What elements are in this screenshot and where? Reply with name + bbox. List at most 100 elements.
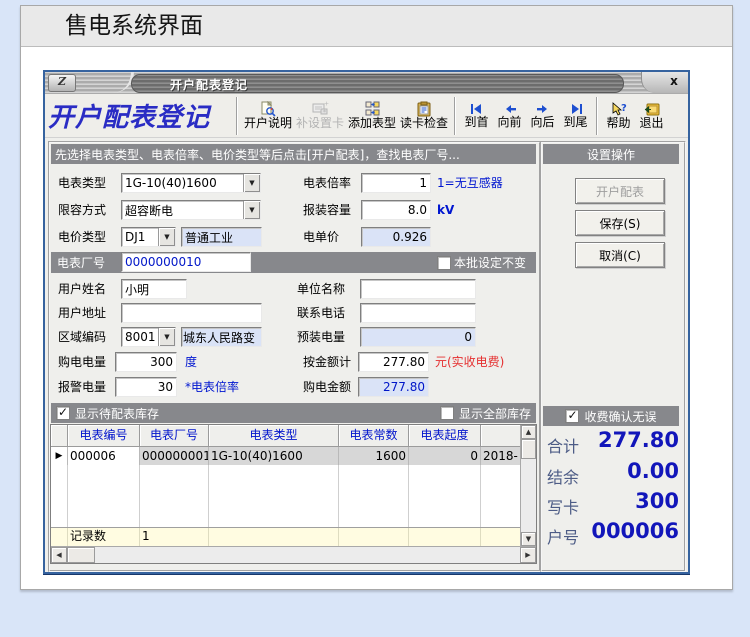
- dialog-titlebar[interactable]: Z 开户配表登记 x: [45, 72, 688, 95]
- toolbar-separator: [596, 97, 598, 135]
- horizontal-scroll-thumb[interactable]: [67, 547, 95, 563]
- ratio-note: 1=无互感器: [437, 173, 503, 193]
- meter-type-select[interactable]: 1G-10(40)1600 ▼: [121, 173, 261, 193]
- prev-icon: [501, 102, 519, 116]
- record-count-value: 1: [140, 528, 209, 546]
- total-row: 合计 277.80: [545, 428, 681, 456]
- account-help-button[interactable]: 开户说明: [242, 95, 294, 137]
- save-button[interactable]: 保存(S): [575, 210, 665, 236]
- keep-batch-checkbox[interactable]: [437, 256, 451, 270]
- alarm-kwh-input[interactable]: [115, 377, 177, 397]
- setup-card-icon: * +: [311, 101, 329, 117]
- dialog-window: Z 开户配表登记 x 开户配表登记: [43, 70, 690, 574]
- panel-title: 设置操作: [543, 144, 679, 164]
- svg-text:*: *: [323, 109, 326, 116]
- scroll-down-icon[interactable]: ▼: [521, 532, 536, 546]
- preload-label: 预装电量: [297, 327, 345, 347]
- price-type-label: 电价类型: [58, 227, 106, 247]
- svg-text:+: +: [324, 101, 329, 108]
- user-name-input[interactable]: [121, 279, 187, 299]
- ratio-input[interactable]: [361, 173, 431, 193]
- confirm-checkbox[interactable]: [565, 409, 579, 423]
- preload-field: [360, 327, 476, 347]
- hint-bar: 先选择电表类型、电表倍率、电价类型等后点击[开户配表]，查找电表厂号...: [51, 144, 536, 164]
- alarm-kwh-note: *电表倍率: [185, 377, 239, 397]
- chevron-down-icon[interactable]: ▼: [243, 174, 260, 192]
- chevron-down-icon[interactable]: ▼: [158, 328, 175, 346]
- horizontal-scrollbar[interactable]: ◀ ▶: [51, 546, 536, 563]
- address-input[interactable]: [121, 303, 262, 323]
- read-card-check-button[interactable]: 读卡检查: [398, 95, 450, 137]
- close-button[interactable]: x: [665, 74, 683, 90]
- last-icon: [567, 102, 585, 116]
- write-card-row: 写卡 300: [545, 489, 681, 517]
- titlebar-curve: [103, 72, 134, 93]
- exit-button[interactable]: 退出: [635, 95, 668, 137]
- open-meter-button: 开户配表: [575, 178, 665, 204]
- scroll-up-icon[interactable]: ▲: [521, 425, 536, 439]
- ratio-label: 电表倍率: [303, 173, 351, 193]
- unit-price-label: 电单价: [303, 227, 339, 247]
- grid-footer-row: 记录数 1: [51, 527, 520, 546]
- go-previous-button[interactable]: 向前: [493, 95, 526, 137]
- grid-data-row[interactable]: ▶ 000006 0000000010 1G-10(40)1600 1600 0…: [51, 447, 520, 465]
- factory-no-label: 电表厂号: [51, 254, 105, 271]
- buy-amount-field: [358, 377, 429, 397]
- vertical-scrollbar[interactable]: ▲ ▼: [520, 425, 536, 546]
- dialog-title: 开户配表登记: [170, 76, 248, 93]
- by-amount-note: 元(实收电费): [435, 352, 504, 372]
- buy-amount-label: 购电金额: [303, 377, 351, 397]
- help-button[interactable]: ? 帮助: [602, 95, 635, 137]
- dialog-heading: 开户配表登记: [48, 97, 232, 134]
- setup-card-button: * + 补设置卡: [294, 95, 346, 137]
- show-pending-checkbox[interactable]: [56, 406, 70, 420]
- doc-search-icon: [259, 101, 277, 117]
- org-name-input[interactable]: [360, 279, 476, 299]
- record-count-label: 记录数: [68, 528, 140, 546]
- org-name-label: 单位名称: [297, 279, 345, 299]
- app-header: 售电系统界面: [21, 6, 732, 47]
- buy-kwh-unit: 度: [185, 352, 197, 372]
- add-meter-type-button[interactable]: 添加表型: [346, 95, 398, 137]
- alarm-kwh-label: 报警电量: [58, 377, 106, 397]
- col-header: 电表厂号: [140, 425, 209, 447]
- region-desc: [181, 327, 262, 347]
- confirm-label: 收费确认无误: [584, 408, 656, 425]
- capacity-unit: kV: [437, 200, 454, 220]
- scroll-right-icon[interactable]: ▶: [520, 547, 536, 563]
- by-amount-label: 按金额计: [303, 352, 351, 372]
- region-select[interactable]: 8001 ▼: [121, 327, 176, 347]
- grid-header-row: 电表编号 电表厂号 电表类型 电表常数 电表起度: [51, 425, 520, 447]
- buy-kwh-label: 购电电量: [58, 352, 106, 372]
- chevron-down-icon[interactable]: ▼: [158, 228, 175, 246]
- chevron-down-icon[interactable]: ▼: [243, 201, 260, 219]
- window-logo-icon: Z: [48, 74, 76, 92]
- price-type-select[interactable]: DJ1 ▼: [121, 227, 176, 247]
- add-meter-icon: [363, 101, 381, 117]
- go-first-button[interactable]: 到首: [460, 95, 493, 137]
- read-card-icon: [415, 101, 433, 117]
- limit-mode-select[interactable]: 超容断电 ▼: [121, 200, 261, 220]
- go-next-button[interactable]: 向后: [526, 95, 559, 137]
- titlebar-pill: 开户配表登记: [131, 74, 624, 93]
- region-label: 区域编码: [58, 327, 106, 347]
- grid-empty-area: [51, 465, 520, 527]
- phone-input[interactable]: [360, 303, 476, 323]
- go-last-button[interactable]: 到尾: [559, 95, 592, 137]
- row-indicator-icon: ▶: [51, 447, 68, 465]
- capacity-input[interactable]: [361, 200, 431, 220]
- scroll-left-icon[interactable]: ◀: [51, 547, 67, 563]
- cancel-button[interactable]: 取消(C): [575, 242, 665, 268]
- buy-kwh-input[interactable]: [115, 352, 177, 372]
- by-amount-input[interactable]: [358, 352, 429, 372]
- show-all-checkbox[interactable]: [440, 406, 454, 420]
- toolbar: 开户配表登记 开户说明: [45, 94, 688, 138]
- toolbar-separator: [454, 97, 456, 135]
- factory-no-input[interactable]: [121, 252, 251, 272]
- show-all-label: 显示全部库存: [459, 405, 531, 422]
- capacity-label: 报装容量: [303, 200, 351, 220]
- vertical-scroll-thumb[interactable]: [521, 439, 536, 459]
- keep-batch-label: 本批设定不变: [454, 254, 526, 271]
- phone-label: 联系电话: [297, 303, 345, 323]
- balance-row: 结余 0.00: [545, 459, 681, 487]
